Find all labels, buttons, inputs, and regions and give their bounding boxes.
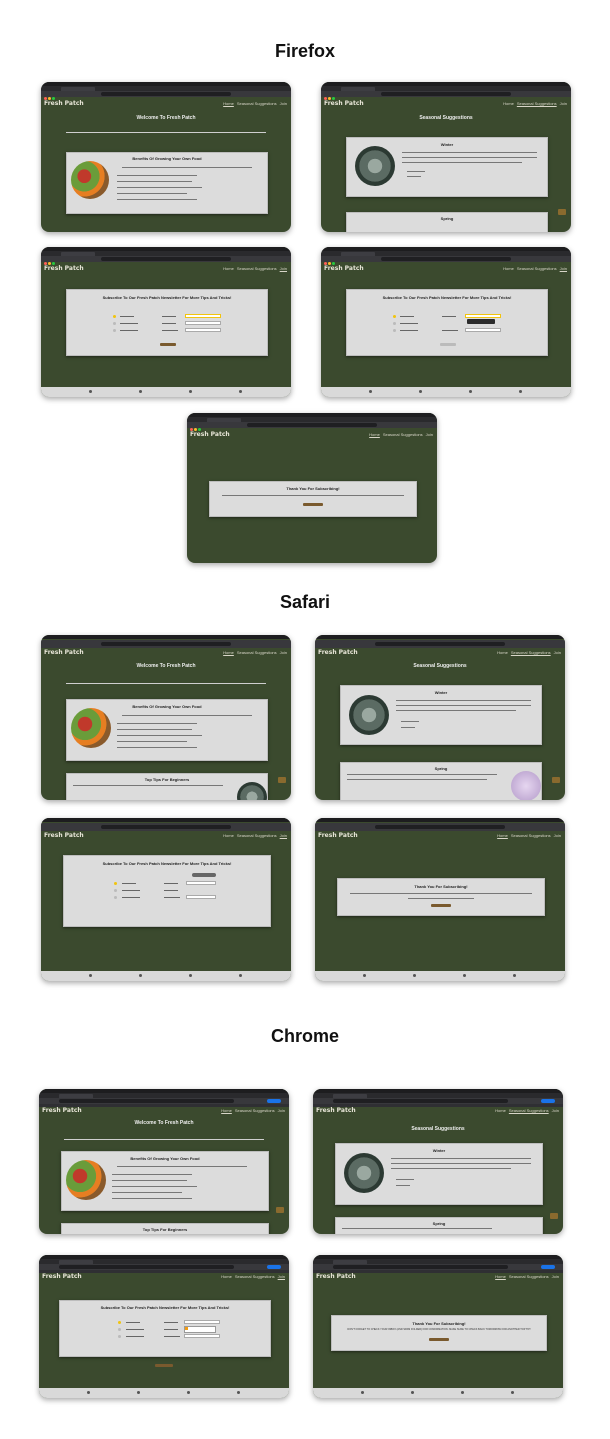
section-heading-firefox: Firefox [274, 41, 335, 61]
site-nav: Home Seasonal Suggestions Join [223, 101, 287, 106]
site-logo[interactable]: Fresh Patch [44, 832, 84, 839]
site-nav: Home Seasonal Suggestions Join [495, 1108, 559, 1113]
home-title: Welcome To Fresh Patch [134, 1120, 194, 1126]
site-logo[interactable]: Fresh Patch [44, 265, 84, 272]
spring-title: Spring [440, 216, 454, 221]
beginners-title: Top Tips For Beginners [142, 1227, 188, 1232]
firefox-thankyou-screenshot: Fresh Patch Home Seasonal Suggestions Join… [187, 413, 437, 563]
site-nav: Home Seasonal Suggestions Join [495, 1274, 559, 1279]
thanks-title: Thank You For Subscribing! [286, 486, 340, 491]
site-logo[interactable]: Fresh Patch [324, 100, 364, 107]
subscribe-title: Subscribe To Our Fresh Patch Newsletter … [382, 295, 512, 300]
site-logo[interactable]: Fresh Patch [316, 1273, 356, 1280]
home-title: Welcome To Fresh Patch [136, 115, 196, 121]
safari-seasonal-screenshot: Fresh Patch Home Seasonal Suggestions Join… [315, 635, 565, 800]
benefits-title: Benefits Of Growing Your Own Food [132, 156, 202, 161]
site-nav: Home Seasonal Suggestions Join [497, 650, 561, 655]
site-nav: Home Seasonal Suggestions Join [223, 266, 287, 271]
firefox-join-validation-screenshot: Fresh Patch Home Seasonal Suggestions Join… [321, 247, 571, 397]
site-nav: Home Seasonal Suggestions Join [369, 432, 433, 437]
beginners-title: Top Tips For Beginners [144, 777, 190, 782]
spring-title: Spring [432, 1221, 446, 1226]
site-logo[interactable]: Fresh Patch [316, 1107, 356, 1114]
site-logo[interactable]: Fresh Patch [318, 832, 358, 839]
site-logo[interactable]: Fresh Patch [42, 1107, 82, 1114]
thanks-title: Thank You For Subscribing! [412, 1321, 466, 1326]
chrome-home-screenshot: Fresh Patch Home Seasonal Suggestions Join… [39, 1089, 289, 1234]
site-nav: Home Seasonal Suggestions Join [223, 650, 287, 655]
thanks-title: Thank You For Subscribing! [414, 884, 468, 889]
chrome-join-screenshot: Fresh Patch Home Seasonal Suggestions Join… [39, 1255, 289, 1398]
subscribe-title: Subscribe To Our Fresh Patch Newsletter … [102, 861, 232, 866]
seasonal-title: Seasonal Suggestions [413, 663, 467, 669]
safari-join-screenshot: Fresh Patch Home Seasonal Suggestions Join… [41, 818, 291, 981]
firefox-seasonal-screenshot: Fresh Patch Home Seasonal Suggestions Join… [321, 82, 571, 232]
site-nav: Home Seasonal Suggestions Join [497, 833, 561, 838]
safari-home-screenshot: Fresh Patch Home Seasonal Suggestions Join… [41, 635, 291, 800]
section-heading-safari: Safari [279, 592, 331, 612]
chrome-thankyou-screenshot: Fresh Patch Home Seasonal Suggestions Join… [313, 1255, 563, 1398]
seasonal-title: Seasonal Suggestions [411, 1126, 465, 1132]
safari-thankyou-screenshot: Fresh Patch Home Seasonal Suggestions Join… [315, 818, 565, 981]
chrome-seasonal-screenshot: Fresh Patch Home Seasonal Suggestions Join… [313, 1089, 563, 1234]
site-nav: Home Seasonal Suggestions Join [503, 266, 567, 271]
home-title: Welcome To Fresh Patch [136, 663, 196, 669]
site-logo[interactable]: Fresh Patch [190, 431, 230, 438]
firefox-home-screenshot: Fresh Patch Home Seasonal Suggestions Join… [41, 82, 291, 232]
subscribe-title: Subscribe To Our Fresh Patch Newsletter … [100, 1305, 230, 1310]
site-nav: Home Seasonal Suggestions Join [221, 1108, 285, 1113]
seasonal-title: Seasonal Suggestions [419, 115, 473, 121]
site-logo[interactable]: Fresh Patch [324, 265, 364, 272]
firefox-join-screenshot: Fresh Patch Home Seasonal Suggestions Join… [41, 247, 291, 397]
site-logo[interactable]: Fresh Patch [44, 100, 84, 107]
site-logo[interactable]: Fresh Patch [44, 649, 84, 656]
site-logo[interactable]: Fresh Patch [318, 649, 358, 656]
subscribe-title: Subscribe To Our Fresh Patch Newsletter … [102, 295, 232, 300]
site-nav: Home Seasonal Suggestions Join [221, 1274, 285, 1279]
spring-title: Spring [434, 766, 448, 771]
site-nav: Home Seasonal Suggestions Join [223, 833, 287, 838]
site-logo[interactable]: Fresh Patch [42, 1273, 82, 1280]
section-heading-chrome: Chrome [270, 1026, 339, 1046]
site-nav: Home Seasonal Suggestions Join [503, 101, 567, 106]
thanks-text: DON'T FORGET TO CHECK YOUR INBOX (AND SP… [347, 1328, 531, 1331]
